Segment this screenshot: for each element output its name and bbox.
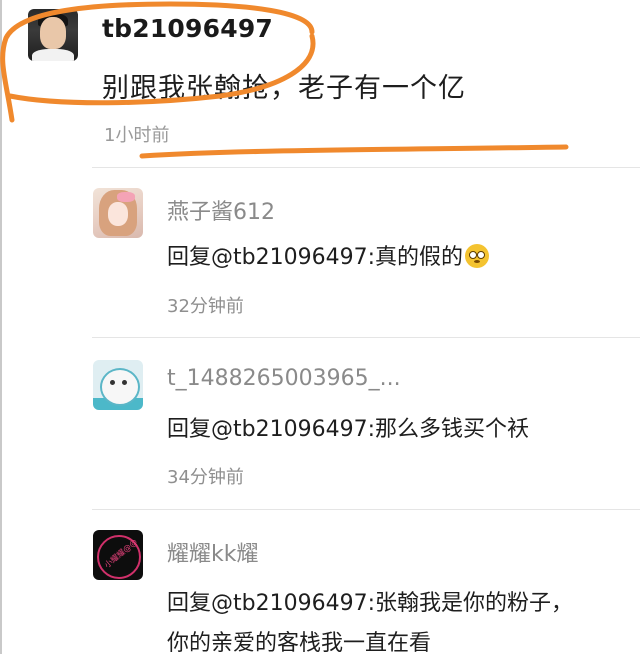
divider bbox=[92, 167, 640, 168]
avatar-face bbox=[108, 202, 128, 226]
main-user-avatar[interactable] bbox=[28, 9, 78, 61]
avatar-bow bbox=[117, 192, 135, 202]
reply-avatar-dark[interactable]: 小耀耀@@ bbox=[93, 530, 143, 580]
underline-scribble bbox=[139, 144, 569, 159]
reply-text-line2: 你的亲爱的客栈我一直在看 bbox=[167, 631, 432, 654]
avatar-face bbox=[40, 17, 66, 49]
reply-username[interactable]: t_1488265003965_... bbox=[167, 366, 401, 391]
left-edge-line bbox=[0, 0, 2, 654]
reply-avatar-seal[interactable] bbox=[93, 360, 143, 410]
reply-text-content: 回复@tb21096497:真的假的 bbox=[167, 245, 463, 270]
avatar-shirt bbox=[32, 49, 74, 61]
main-username[interactable]: tb21096497 bbox=[102, 14, 273, 43]
reply-time: 34分钟前 bbox=[167, 467, 244, 488]
comment-thread: tb21096497 别跟我张翰抢，老子有一个亿 1小时前 燕子酱612 回复@… bbox=[0, 0, 640, 654]
reply-text: 回复@tb21096497:那么多钱买个袄 bbox=[167, 417, 529, 442]
divider bbox=[92, 509, 640, 510]
divider bbox=[92, 337, 640, 338]
reply-time: 32分钟前 bbox=[167, 296, 244, 317]
reply-avatar-girl[interactable] bbox=[93, 188, 143, 238]
avatar-eye bbox=[122, 380, 127, 385]
reply-text-line1: 回复@tb21096497:张翰我是你的粉子， bbox=[167, 591, 573, 616]
avatar-body bbox=[100, 368, 140, 406]
avatar-eye bbox=[110, 380, 115, 385]
flushed-face-emoji-icon bbox=[464, 244, 489, 268]
reply-text: 回复@tb21096497:真的假的 bbox=[167, 238, 489, 278]
reply-username[interactable]: 燕子酱612 bbox=[167, 194, 275, 226]
main-comment-time: 1小时前 bbox=[104, 125, 170, 146]
main-comment-text: 别跟我张翰抢，老子有一个亿 bbox=[102, 73, 466, 104]
reply-username[interactable]: 耀耀kk耀 bbox=[167, 536, 258, 568]
